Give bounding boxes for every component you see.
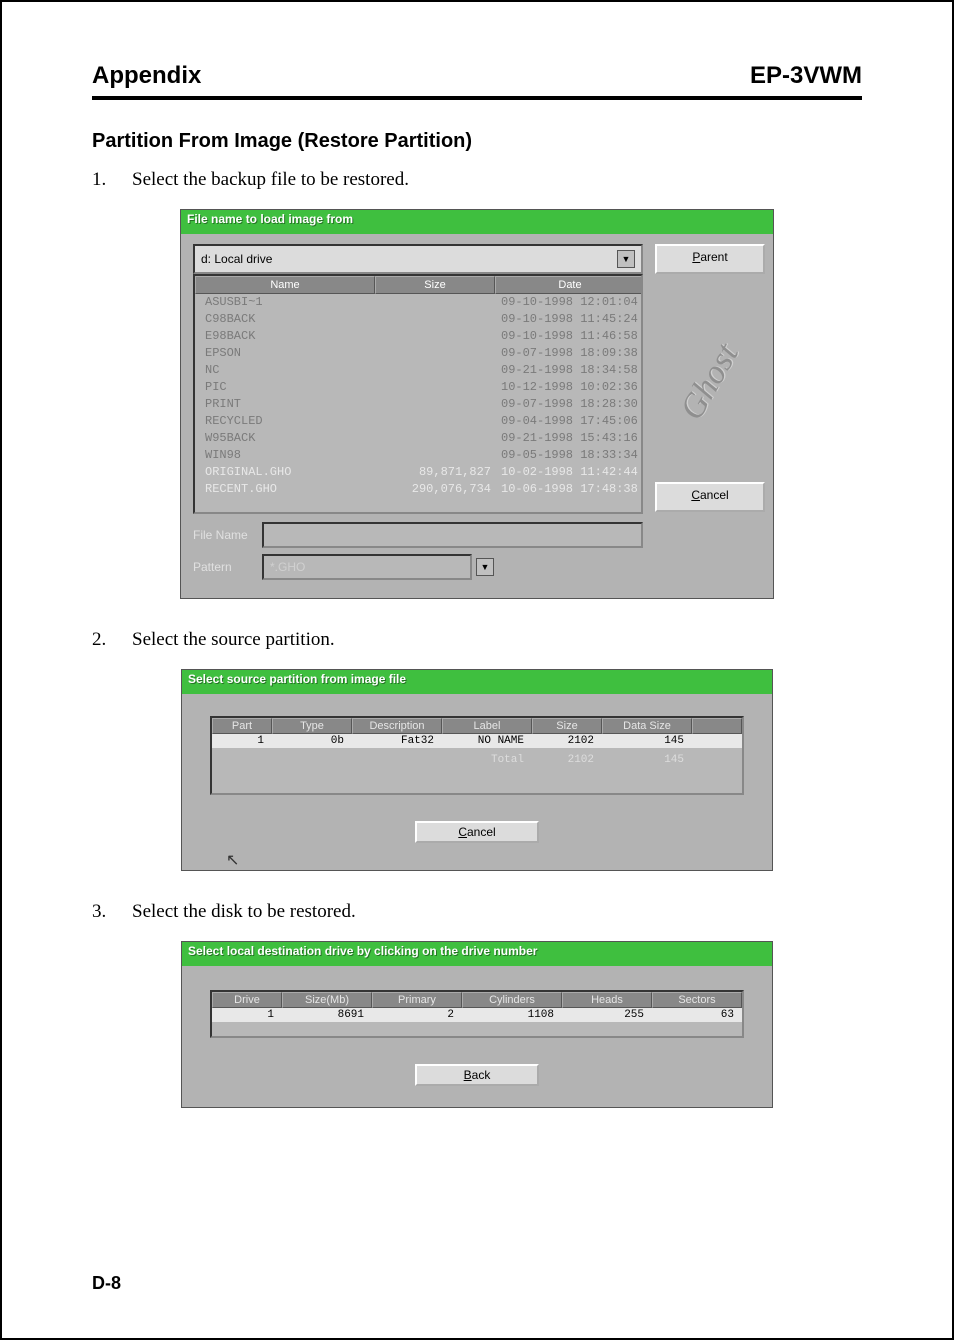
list-item[interactable]: ASUSBI~109-10-1998 12:01:04	[195, 294, 641, 311]
file-list[interactable]: Name Size Date ASUSBI~109-10-1998 12:01:…	[193, 274, 643, 514]
col-primary[interactable]: Primary	[372, 992, 462, 1008]
partition-table[interactable]: Part Type Description Label Size Data Si…	[210, 716, 744, 795]
parent-button[interactable]: Parent	[655, 244, 765, 274]
page-number: D-8	[92, 1273, 121, 1294]
step2-num: 2.	[92, 629, 114, 651]
drive-dropdown-value: d: Local drive	[201, 252, 272, 266]
header-left: Appendix	[92, 62, 201, 90]
col-part[interactable]: Part	[212, 718, 272, 734]
step2-text: Select the source partition.	[132, 629, 335, 651]
cursor-icon: ↖	[226, 850, 248, 864]
dialog-source-partition: Select source partition from image file …	[181, 669, 773, 871]
drive-table[interactable]: Drive Size(Mb) Primary Cylinders Heads S…	[210, 990, 744, 1038]
total-row: Total 2102 145	[212, 748, 742, 767]
col-desc[interactable]: Description	[352, 718, 442, 734]
dialog-destination-drive: Select local destination drive by clicki…	[181, 941, 773, 1108]
header-rule	[92, 96, 862, 100]
col-sizemb[interactable]: Size(Mb)	[282, 992, 372, 1008]
cancel-button[interactable]: Cancel	[415, 821, 539, 843]
chevron-down-icon[interactable]: ▼	[617, 250, 635, 268]
col-heads[interactable]: Heads	[562, 992, 652, 1008]
back-button[interactable]: Back	[415, 1064, 539, 1086]
dialog1-title: File name to load image from	[181, 210, 773, 234]
col-data[interactable]: Data Size	[602, 718, 692, 734]
pattern-value: *.GHO	[270, 560, 305, 574]
list-item[interactable]: RECYCLED09-04-1998 17:45:06	[195, 413, 641, 430]
header-right: EP-3VWM	[750, 62, 862, 90]
col-name[interactable]: Name	[195, 276, 375, 294]
col-drive[interactable]: Drive	[212, 992, 282, 1008]
table-row[interactable]: 1 8691 2 1108 255 63	[212, 1008, 742, 1022]
list-item[interactable]: WIN9809-05-1998 18:33:34	[195, 447, 641, 464]
list-item[interactable]: W95BACK09-21-1998 15:43:16	[195, 430, 641, 447]
list-item[interactable]: EPSON09-07-1998 18:09:38	[195, 345, 641, 362]
list-item[interactable]: RECENT.GHO290,076,73410-06-1998 17:48:38	[195, 481, 641, 498]
chevron-down-icon[interactable]: ▼	[476, 558, 494, 576]
list-item[interactable]: PIC10-12-1998 10:02:36	[195, 379, 641, 396]
step1-num: 1.	[92, 169, 114, 191]
col-size[interactable]: Size	[532, 718, 602, 734]
pattern-select[interactable]: *.GHO	[262, 554, 472, 580]
step3-num: 3.	[92, 901, 114, 923]
col-size[interactable]: Size	[375, 276, 495, 294]
dialog-load-image: File name to load image from d: Local dr…	[180, 209, 774, 599]
drive-dropdown[interactable]: d: Local drive ▼	[193, 244, 643, 274]
list-item[interactable]: PRINT09-07-1998 18:28:30	[195, 396, 641, 413]
col-sectors[interactable]: Sectors	[652, 992, 742, 1008]
dialog3-title: Select local destination drive by clicki…	[182, 942, 772, 966]
dialog2-title: Select source partition from image file	[182, 670, 772, 694]
file-name-input[interactable]	[262, 522, 643, 548]
step3-text: Select the disk to be restored.	[132, 901, 356, 923]
col-cyl[interactable]: Cylinders	[462, 992, 562, 1008]
section-title: Partition From Image (Restore Partition)	[92, 130, 862, 153]
list-item[interactable]: NC09-21-1998 18:34:58	[195, 362, 641, 379]
table-row[interactable]: 1 0b Fat32 NO NAME 2102 145	[212, 734, 742, 748]
list-item[interactable]: E98BACK09-10-1998 11:46:58	[195, 328, 641, 345]
col-date[interactable]: Date	[495, 276, 643, 294]
col-type[interactable]: Type	[272, 718, 352, 734]
cancel-button[interactable]: Cancel	[655, 482, 765, 512]
file-name-label: File Name	[193, 528, 258, 542]
list-item[interactable]: ORIGINAL.GHO89,871,82710-02-1998 11:42:4…	[195, 464, 641, 481]
col-label[interactable]: Label	[442, 718, 532, 734]
pattern-label: Pattern	[193, 560, 258, 574]
step1-text: Select the backup file to be restored.	[132, 169, 409, 191]
list-item[interactable]: C98BACK09-10-1998 11:45:24	[195, 311, 641, 328]
